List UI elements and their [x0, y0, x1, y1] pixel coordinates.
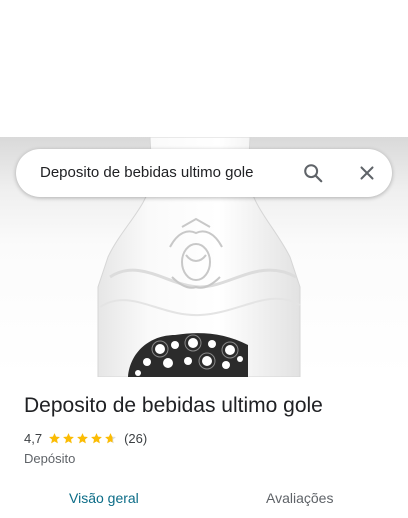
star-icon: [63, 432, 74, 443]
search-bar[interactable]: Deposito de bebidas ultimo gole: [16, 149, 392, 197]
star-rating: [48, 432, 118, 445]
star-icon: [77, 432, 88, 443]
search-icon[interactable]: [302, 162, 324, 184]
review-count: (26): [124, 430, 148, 446]
star-icon: [91, 432, 102, 443]
close-icon[interactable]: [356, 162, 378, 184]
star-icon: [105, 432, 116, 443]
star-icon: [49, 432, 60, 443]
map-area: [0, 0, 408, 137]
search-input[interactable]: Deposito de bebidas ultimo gole: [40, 149, 253, 197]
tab-overview[interactable]: Visão geral: [69, 478, 139, 514]
rating-row[interactable]: 4,7 (26): [24, 429, 147, 447]
place-title: Deposito de bebidas ultimo gole: [24, 394, 323, 417]
tab-reviews[interactable]: Avaliações: [266, 478, 333, 514]
place-tabs: Visão geral Avaliações: [0, 478, 408, 514]
rating-value: 4,7: [24, 430, 43, 446]
place-category: Depósito: [24, 451, 76, 466]
